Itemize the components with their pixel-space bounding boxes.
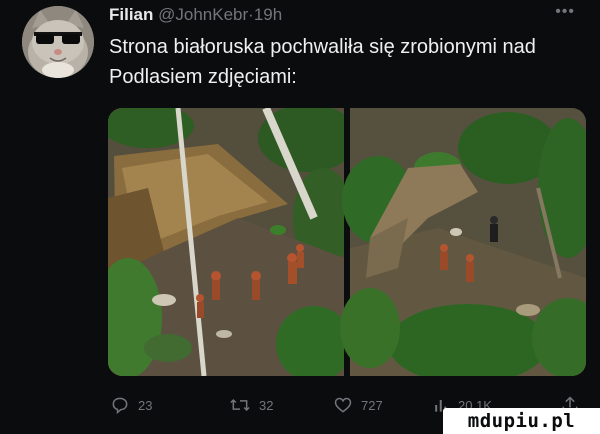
tweet-header: Filian @JohnKebr·19h •••	[109, 3, 589, 27]
reply-icon	[112, 397, 128, 415]
reply-count: 23	[138, 397, 153, 413]
retweet-count: 32	[259, 397, 274, 413]
heart-icon	[334, 397, 352, 413]
author-handle[interactable]: @JohnKebr	[158, 5, 248, 24]
like-button[interactable]: 727	[333, 392, 383, 418]
tweet-text: Strona białoruska pochwaliła się zrobion…	[109, 36, 536, 88]
reply-button[interactable]: 23	[110, 392, 152, 418]
watermark-logo: mdupiu.pl	[443, 408, 600, 434]
avatar[interactable]	[22, 6, 94, 78]
tweet-media[interactable]	[108, 108, 586, 376]
author-name[interactable]: Filian	[109, 5, 153, 24]
more-icon[interactable]: •••	[555, 3, 575, 21]
retweet-button[interactable]: 32	[229, 392, 273, 418]
like-count: 727	[361, 397, 383, 413]
retweet-icon	[230, 398, 250, 412]
photo-left	[108, 108, 358, 376]
avatar-cat-image	[22, 6, 94, 78]
tweet-time[interactable]: 19h	[254, 5, 282, 24]
photo-right	[340, 108, 586, 376]
aerial-photos	[108, 108, 586, 376]
